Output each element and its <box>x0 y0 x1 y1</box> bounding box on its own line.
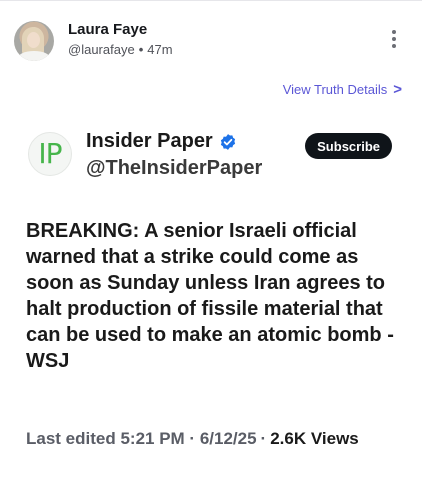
post-time: 47m <box>147 42 173 57</box>
avatar-shoulder <box>18 51 50 61</box>
last-edited-timestamp: Last edited 5:21 PM · 6/12/25 <box>26 429 257 448</box>
post-text: BREAKING: A senior Israeli official warn… <box>26 220 394 372</box>
view-count: 2.6K <box>270 429 307 448</box>
embedded-name-row: Insider Paper <box>86 130 237 153</box>
embedded-author-handle[interactable]: @TheInsiderPaper <box>86 157 262 180</box>
meta-separator: • <box>138 42 144 57</box>
logo-text: IP <box>38 137 62 170</box>
view-details-label: View Truth Details <box>282 82 388 97</box>
author-meta: @laurafaye • 47m <box>68 42 173 57</box>
subscribe-button[interactable]: Subscribe <box>305 133 392 159</box>
author-name[interactable]: Laura Faye <box>68 21 147 38</box>
insider-paper-logo[interactable]: IP <box>28 132 72 176</box>
views-label: Views <box>310 429 359 448</box>
author-handle[interactable]: @laurafaye <box>68 42 135 57</box>
post-header: Laura Faye @laurafaye • 47m <box>14 18 408 64</box>
more-options-button[interactable] <box>388 30 400 52</box>
embedded-post-header: IP Insider Paper @TheInsiderPaper Subscr… <box>28 130 392 186</box>
avatar-face <box>27 32 40 48</box>
footer-separator: · <box>260 429 267 448</box>
embedded-author-name[interactable]: Insider Paper <box>86 130 213 153</box>
view-truth-details-link[interactable]: View Truth Details > <box>283 82 402 97</box>
top-divider <box>0 0 422 1</box>
more-vertical-icon <box>388 30 400 48</box>
verified-badge-icon <box>220 133 235 150</box>
chevron-right-icon: > <box>393 81 402 98</box>
avatar[interactable] <box>14 21 54 61</box>
post-footer: Last edited 5:21 PM · 6/12/25 · 2.6K Views <box>26 428 386 450</box>
